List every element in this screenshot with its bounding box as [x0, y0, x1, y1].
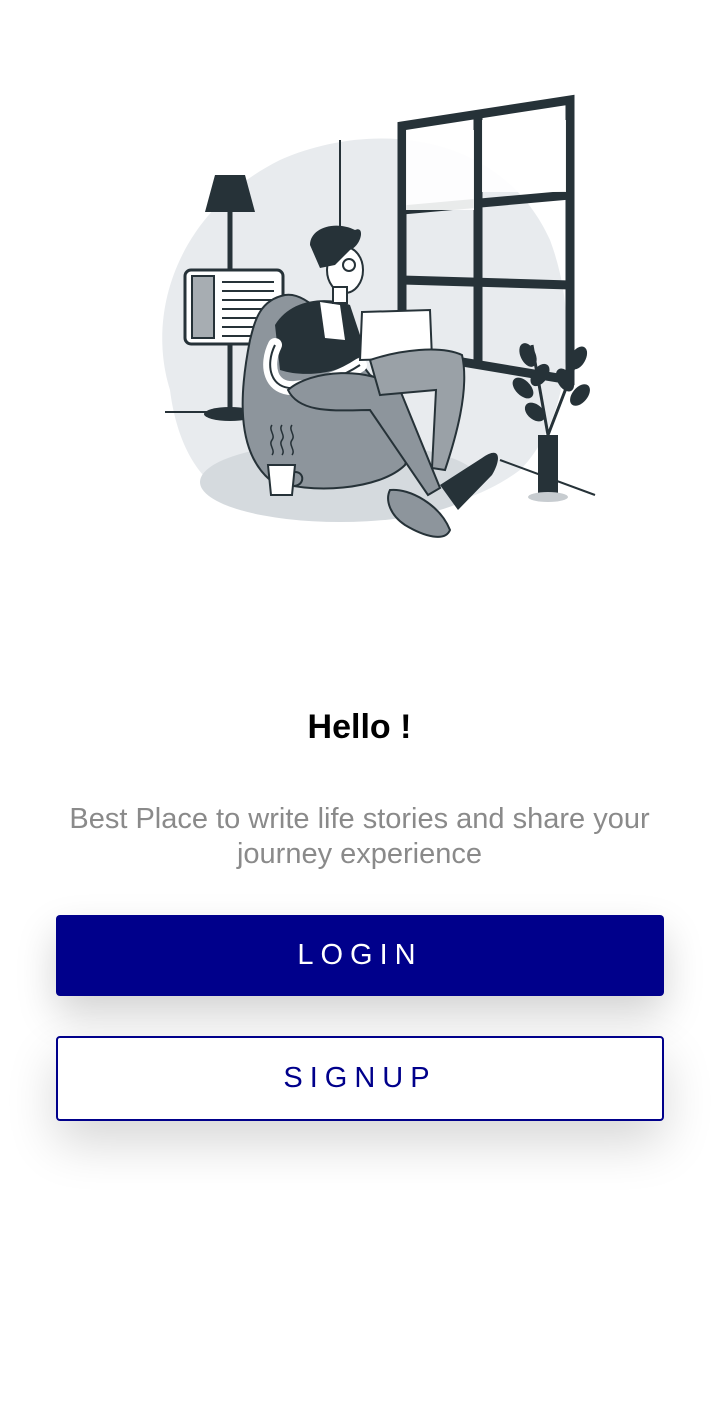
- welcome-title: Hello !: [307, 708, 412, 746]
- person-reading-illustration: [162, 94, 596, 538]
- hero-illustration: [140, 90, 610, 550]
- login-button[interactable]: LOGIN: [56, 915, 664, 996]
- welcome-subtitle: Best Place to write life stories and sha…: [69, 803, 650, 870]
- signup-button[interactable]: SIGNUP: [56, 1036, 664, 1121]
